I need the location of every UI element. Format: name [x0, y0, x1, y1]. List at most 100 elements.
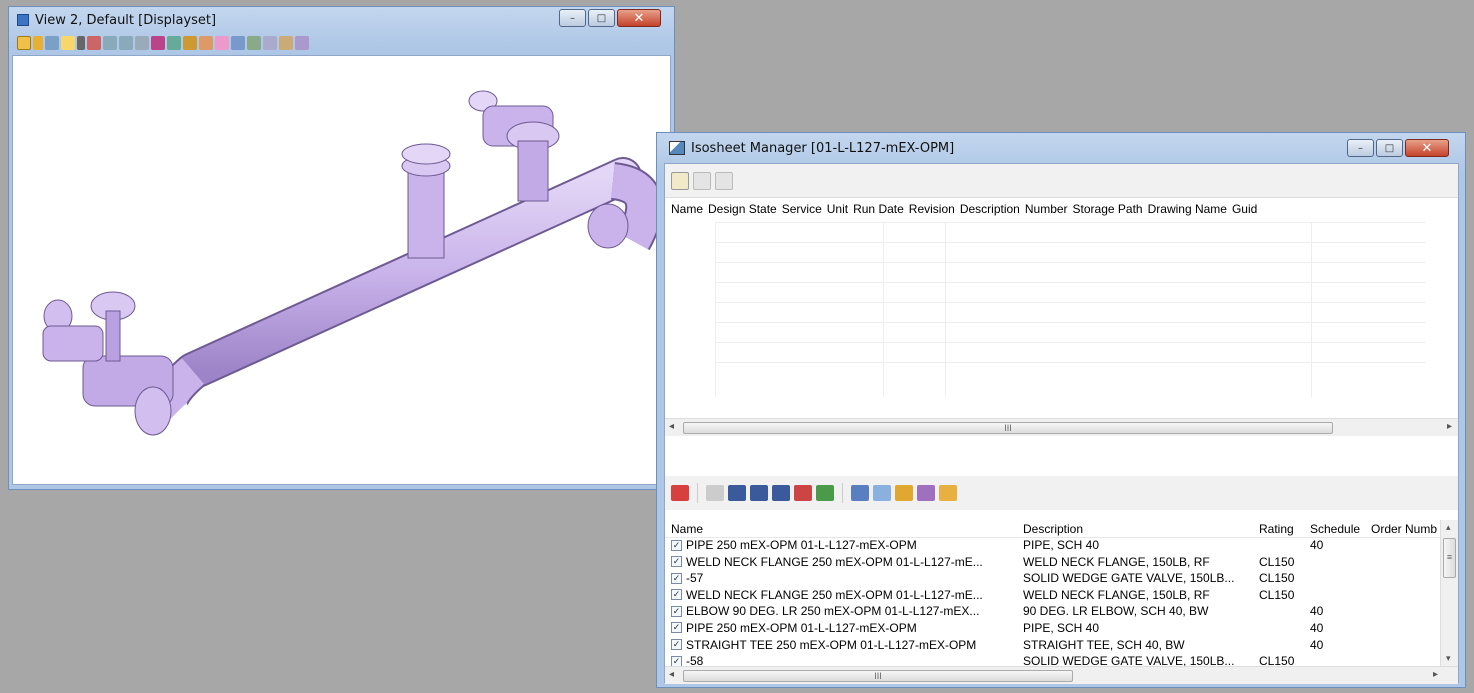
row-checkbox[interactable]: ✓ [671, 639, 682, 651]
view-window-title: View 2, Default [Displayset] [35, 12, 217, 28]
add-components-icon[interactable] [816, 485, 834, 501]
col-unit[interactable]: Unit [827, 202, 848, 216]
row-name: ELBOW 90 DEG. LR 250 mEX-OPM 01-L-L127-m… [686, 604, 980, 619]
col-guid[interactable]: Guid [1232, 202, 1257, 216]
view-attributes-icon[interactable] [17, 36, 31, 50]
render-icon[interactable] [295, 36, 309, 50]
scroll-right-icon[interactable]: ▸ [1447, 421, 1452, 432]
window-area-icon[interactable] [135, 36, 149, 50]
col-number[interactable]: Number [1025, 202, 1068, 216]
col-storage-path[interactable]: Storage Path [1073, 202, 1143, 216]
table-row[interactable]: ✓ WELD NECK FLANGE 250 mEX-OPM 01-L-L127-… [665, 555, 1458, 572]
view-toolbar [17, 33, 309, 53]
clip-volume-icon[interactable] [247, 36, 261, 50]
row-checkbox[interactable]: ✓ [671, 605, 682, 617]
col-schedule-header[interactable]: Schedule [1310, 522, 1370, 536]
col-design-state[interactable]: Design State [708, 202, 777, 216]
camera-icon[interactable] [279, 36, 293, 50]
delete-isosheet-icon[interactable] [715, 171, 733, 190]
table-row[interactable]: ✓ PIPE 250 mEX-OPM 01-L-L127-mEX-OPM PIPE… [665, 538, 1458, 555]
generate-iso-icon[interactable] [939, 485, 957, 501]
list-properties-icon[interactable] [772, 485, 790, 501]
components-toolbar [665, 476, 1458, 510]
components-hscrollbar[interactable]: ◂ III ▸ [665, 666, 1458, 684]
filter-icon[interactable] [671, 485, 689, 501]
scroll-left-icon[interactable]: ◂ [669, 669, 674, 680]
select-in-model-icon[interactable] [917, 485, 935, 501]
isosheet-grid-body[interactable] [715, 222, 1425, 397]
row-name: STRAIGHT TEE 250 mEX-OPM 01-L-L127-mEX-O… [686, 637, 977, 652]
table-row[interactable]: ✓ -57 SOLID WEDGE GATE VALVE, 150LB... CL… [665, 571, 1458, 588]
minimize-button[interactable]: – [559, 9, 586, 27]
row-checkbox[interactable]: ✓ [671, 655, 682, 667]
clip-mask-icon[interactable] [263, 36, 277, 50]
col-description[interactable]: Description [960, 202, 1020, 216]
row-schedule: 40 [1310, 637, 1324, 652]
row-checkbox[interactable]: ✓ [671, 556, 682, 568]
list-icon[interactable] [750, 485, 768, 501]
components-vscrollbar[interactable]: ▴ ≡ ▾ [1440, 520, 1458, 666]
isosheet-hscrollbar[interactable]: ◂ III ▸ [665, 418, 1458, 436]
col-drawing-name[interactable]: Drawing Name [1148, 202, 1227, 216]
fit-view-icon[interactable] [151, 36, 165, 50]
row-checkbox[interactable]: ✓ [671, 539, 682, 551]
col-description-header[interactable]: Description [1023, 522, 1263, 536]
isosheet-app-icon [669, 141, 685, 155]
col-name-header[interactable]: Name [671, 522, 1011, 536]
3d-viewport[interactable] [12, 55, 671, 485]
table-row[interactable]: ✓ ELBOW 90 DEG. LR 250 mEX-OPM 01-L-L127-… [665, 604, 1458, 621]
scroll-up-icon[interactable]: ▴ [1446, 522, 1451, 533]
pan-view-icon[interactable] [183, 36, 197, 50]
row-checkbox[interactable]: ✓ [671, 622, 682, 634]
hscroll-thumb[interactable]: III [683, 670, 1073, 682]
highlight-icon[interactable] [873, 485, 891, 501]
iso-close-button[interactable]: ✕ [1405, 139, 1449, 157]
row-rating: CL150 [1259, 571, 1295, 586]
edit-isosheet-icon[interactable] [693, 171, 711, 190]
row-name: PIPE 250 mEX-OPM 01-L-L127-mEX-OPM [686, 620, 917, 635]
table-row[interactable]: ✓ WELD NECK FLANGE 250 mEX-OPM 01-L-L127-… [665, 588, 1458, 605]
iso-restore-button[interactable]: □ [1376, 139, 1403, 157]
col-run-date[interactable]: Run Date [853, 202, 904, 216]
iso-minimize-button[interactable]: – [1347, 139, 1374, 157]
row-name: -57 [686, 571, 704, 586]
zoom-out-icon[interactable] [119, 36, 133, 50]
col-rating-header[interactable]: Rating [1259, 522, 1299, 536]
more-dropdown-icon[interactable] [77, 36, 85, 50]
col-service[interactable]: Service [782, 202, 822, 216]
display-style-icon[interactable] [45, 36, 59, 50]
scroll-right-icon[interactable]: ▸ [1433, 669, 1438, 680]
zoom-in-icon[interactable] [103, 36, 117, 50]
table-row[interactable]: ✓ STRAIGHT TEE 250 mEX-OPM 01-L-L127-mEX-… [665, 638, 1458, 655]
hscroll-thumb[interactable]: III [683, 422, 1333, 434]
col-order-header[interactable]: Order Numb [1371, 522, 1446, 536]
restore-button[interactable]: □ [588, 9, 615, 27]
new-isosheet-icon[interactable] [671, 171, 689, 190]
copy-view-icon[interactable] [231, 36, 245, 50]
col-name[interactable]: Name [671, 202, 703, 216]
table-row[interactable]: ✓ PIPE 250 mEX-OPM 01-L-L127-mEX-OPM PIPE… [665, 621, 1458, 638]
iso-title-bar[interactable]: Isosheet Manager [01-L-L127-mEX-OPM] [657, 133, 1465, 163]
row-description: WELD NECK FLANGE, 150LB, RF [1023, 587, 1210, 602]
row-checkbox[interactable]: ✓ [671, 589, 682, 601]
update-view-icon[interactable] [87, 36, 101, 50]
close-button[interactable]: ✕ [617, 9, 661, 27]
zoom-to-component-icon[interactable] [851, 485, 869, 501]
dropdown-arrow-icon[interactable] [33, 36, 43, 50]
rotate-view-icon[interactable] [167, 36, 181, 50]
view-next-icon[interactable] [215, 36, 229, 50]
lighting-icon[interactable] [61, 36, 75, 50]
row-checkbox[interactable]: ✓ [671, 572, 682, 584]
add-list-icon[interactable] [728, 485, 746, 501]
view-previous-icon[interactable] [199, 36, 213, 50]
select-components-icon[interactable] [706, 485, 724, 501]
row-rating: CL150 [1259, 587, 1295, 602]
scroll-down-icon[interactable]: ▾ [1446, 653, 1451, 664]
col-revision[interactable]: Revision [909, 202, 955, 216]
scroll-left-icon[interactable]: ◂ [669, 421, 674, 432]
iso-window-title: Isosheet Manager [01-L-L127-mEX-OPM] [691, 140, 955, 156]
row-description: PIPE, SCH 40 [1023, 620, 1100, 635]
vscroll-thumb[interactable]: ≡ [1443, 538, 1456, 578]
remove-components-icon[interactable] [794, 485, 812, 501]
isolate-icon[interactable] [895, 485, 913, 501]
